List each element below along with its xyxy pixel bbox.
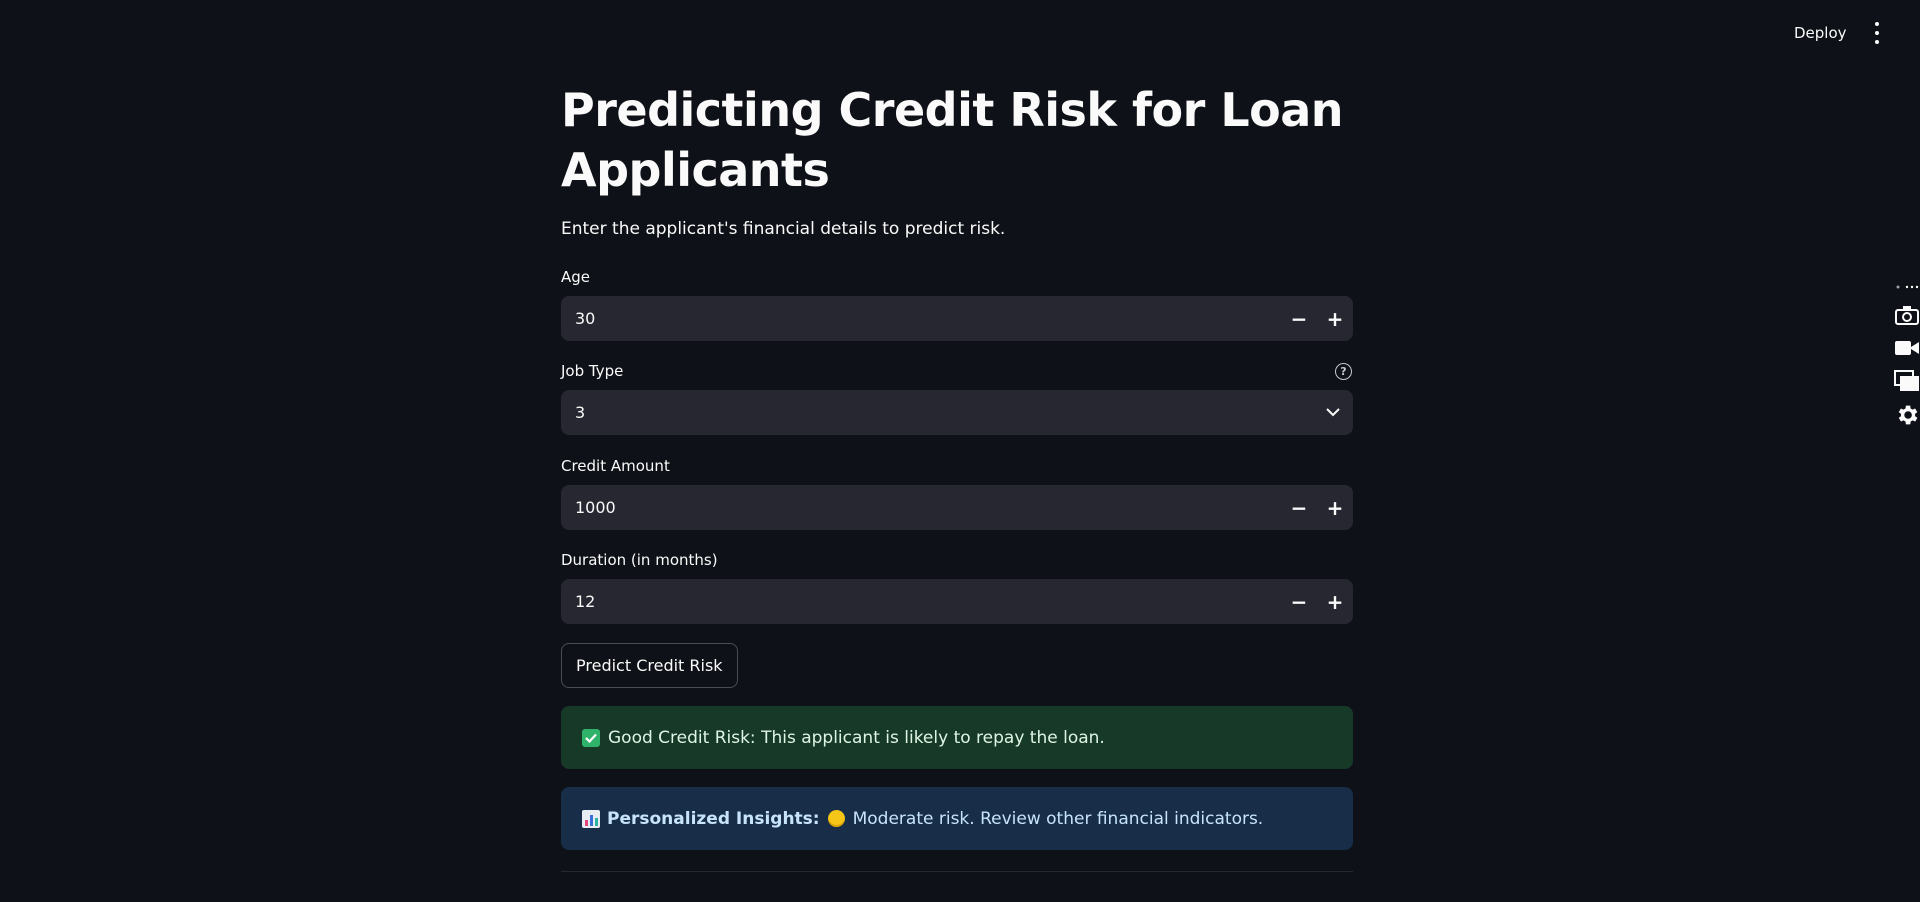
gear-icon[interactable] xyxy=(1894,402,1920,428)
credit-amount-decrement-button[interactable]: − xyxy=(1281,485,1317,530)
credit-amount-increment-button[interactable]: + xyxy=(1317,485,1353,530)
success-alert: Good Credit Risk: This applicant is like… xyxy=(561,706,1353,769)
insights-label: Personalized Insights: xyxy=(607,808,820,829)
help-icon[interactable]: ? xyxy=(1335,363,1352,380)
age-value[interactable]: 30 xyxy=(561,309,1281,328)
side-toolbar xyxy=(1888,280,1920,435)
main-menu-icon[interactable] xyxy=(1870,22,1884,44)
success-text: Good Credit Risk: This applicant is like… xyxy=(608,727,1105,748)
predict-button[interactable]: Predict Credit Risk xyxy=(561,643,738,688)
page-subtitle: Enter the applicant's financial details … xyxy=(561,219,1006,239)
insights-text: Moderate risk. Review other financial in… xyxy=(852,808,1264,829)
job-type-select[interactable]: 3 xyxy=(561,390,1353,435)
bar-chart-icon xyxy=(582,809,600,828)
duration-value[interactable]: 12 xyxy=(561,592,1281,611)
job-type-label: Job Type xyxy=(561,362,624,380)
deploy-button[interactable]: Deploy xyxy=(1786,20,1855,46)
yellow-circle-icon xyxy=(827,810,845,827)
chevron-down-icon[interactable] xyxy=(1313,408,1353,417)
page-title: Predicting Credit Risk for Loan Applican… xyxy=(561,83,1344,197)
more-dots-icon[interactable] xyxy=(1894,280,1920,294)
divider xyxy=(561,871,1353,872)
duration-decrement-button[interactable]: − xyxy=(1281,579,1317,624)
credit-amount-label: Credit Amount xyxy=(561,457,670,475)
duration-increment-button[interactable]: + xyxy=(1317,579,1353,624)
credit-amount-value[interactable]: 1000 xyxy=(561,498,1281,517)
age-label: Age xyxy=(561,268,591,286)
insights-alert: Personalized Insights: Moderate risk. Re… xyxy=(561,787,1353,850)
duration-label: Duration (in months) xyxy=(561,551,718,569)
age-increment-button[interactable]: + xyxy=(1317,296,1353,341)
check-mark-icon xyxy=(582,728,600,747)
camera-icon[interactable] xyxy=(1894,302,1920,328)
duration-input[interactable]: 12 − + xyxy=(561,579,1353,624)
age-decrement-button[interactable]: − xyxy=(1281,296,1317,341)
job-type-value[interactable]: 3 xyxy=(561,403,1313,422)
age-input[interactable]: 30 − + xyxy=(561,296,1353,341)
credit-amount-input[interactable]: 1000 − + xyxy=(561,485,1353,530)
top-bar: Deploy xyxy=(0,0,1920,64)
windows-icon[interactable] xyxy=(1894,368,1920,394)
video-camera-icon[interactable] xyxy=(1894,335,1920,361)
